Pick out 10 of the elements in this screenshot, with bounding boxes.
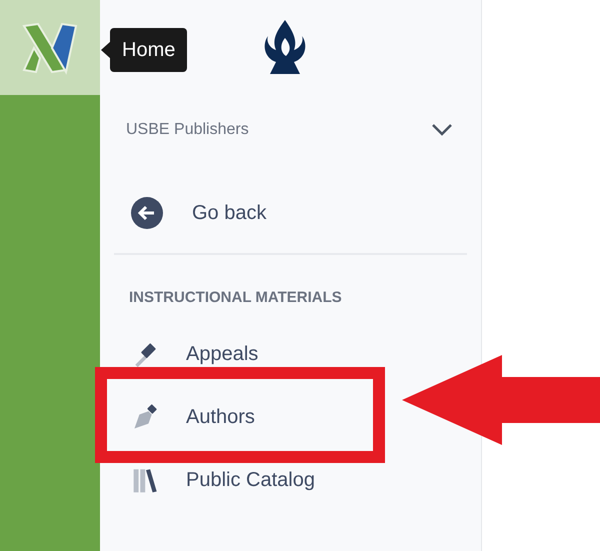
nav-item[interactable]: Public Catalog [132, 466, 315, 494]
pointer-arrow-icon [402, 355, 600, 445]
go-back-link[interactable]: Go back [100, 185, 481, 241]
chevron-down-icon [431, 123, 453, 137]
org-selector[interactable]: USBE Publishers [100, 95, 481, 165]
nav-item[interactable]: Appeals [132, 340, 258, 368]
home-button[interactable] [0, 0, 100, 95]
section-heading: INSTRUCTIONAL MATERIALS [128, 288, 343, 308]
tooltip-text: Home [122, 38, 176, 63]
nav-item[interactable]: Authors [132, 402, 255, 430]
